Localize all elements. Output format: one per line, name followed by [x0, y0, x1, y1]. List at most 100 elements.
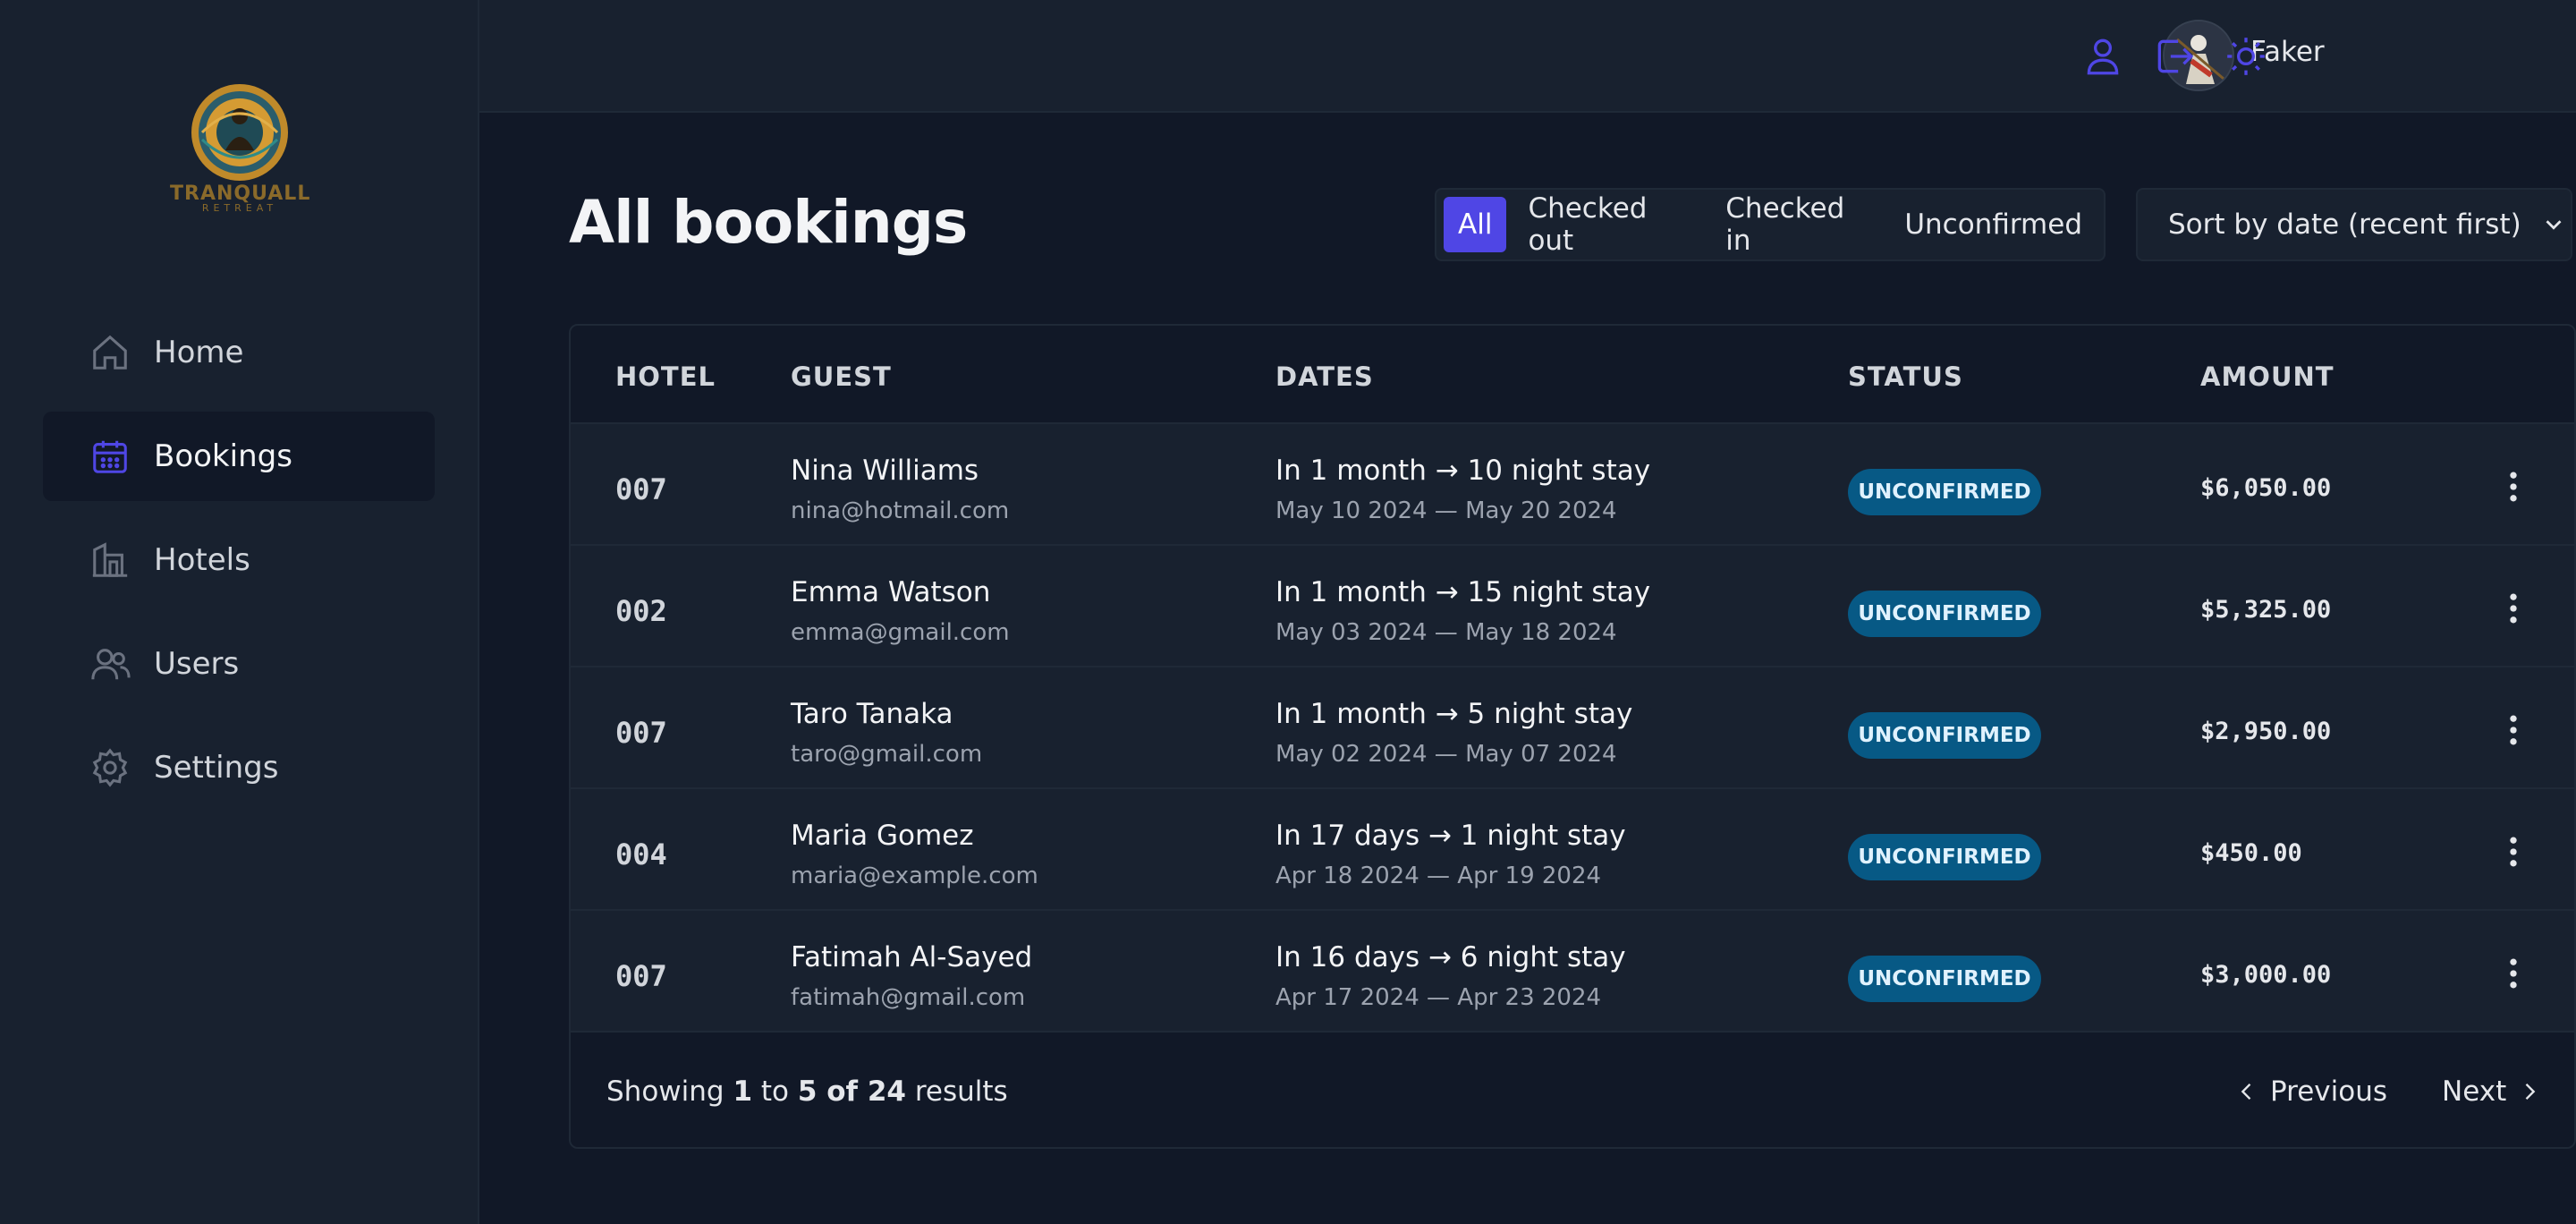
guest-email: emma@gmail.com: [791, 619, 1010, 646]
filter-unconfirmed-button[interactable]: Unconfirmed: [1888, 197, 2098, 252]
column-header-amount: AMOUNT: [2200, 361, 2334, 392]
more-vertical-icon[interactable]: [2494, 589, 2533, 628]
guest-name: Nina Williams: [791, 455, 979, 487]
sidebar-item-label: Settings: [154, 750, 279, 786]
guest-name: Taro Tanaka: [791, 698, 953, 730]
more-vertical-icon[interactable]: [2494, 467, 2533, 506]
stay-range: May 10 2024 — May 20 2024: [1275, 497, 1617, 524]
filter-checked-out-button[interactable]: Checked out: [1512, 192, 1704, 257]
guest-name: Maria Gomez: [791, 820, 974, 852]
status-badge: UNCONFIRMED: [1848, 469, 2041, 515]
column-header-dates: DATES: [1275, 361, 1374, 392]
sidebar-item-label: Bookings: [154, 438, 292, 474]
logout-button[interactable]: [2152, 34, 2197, 79]
more-vertical-icon[interactable]: [2494, 710, 2533, 750]
booking-amount: $450.00: [2200, 839, 2302, 867]
previous-button[interactable]: Previous: [2234, 1075, 2387, 1108]
sidebar: TRANQUALL RETREAT Home Bookings Hotels U…: [0, 0, 479, 1224]
status-badge: UNCONFIRMED: [1848, 834, 2041, 880]
guest-name: Emma Watson: [791, 576, 991, 608]
guest-email: nina@hotmail.com: [791, 497, 1010, 524]
top-header: Faker: [479, 0, 2576, 113]
page-title: All bookings: [569, 188, 968, 257]
calendar-icon: [93, 440, 127, 473]
summary-to-total: 5 of 24: [797, 1075, 906, 1108]
booking-amount: $3,000.00: [2200, 961, 2332, 989]
stay-range: May 03 2024 — May 18 2024: [1275, 619, 1617, 646]
building-icon: [92, 542, 128, 577]
more-vertical-icon[interactable]: [2494, 954, 2533, 993]
hotel-id: 002: [615, 594, 667, 628]
app-root: TRANQUALL RETREAT Home Bookings Hotels U…: [0, 0, 2576, 1224]
logout-icon: [2157, 39, 2194, 73]
main-content: Faker All bookings All Checked out Check…: [479, 0, 2576, 1224]
theme-toggle-button[interactable]: [2224, 34, 2268, 79]
sort-select[interactable]: Sort by date (recent first): [2136, 188, 2572, 261]
bookings-table: HOTEL GUEST DATES STATUS AMOUNT 007 Nina…: [569, 324, 2576, 1149]
hotel-id: 007: [615, 716, 667, 750]
sidebar-item-hotels[interactable]: Hotels: [43, 515, 435, 605]
guest-email: fatimah@gmail.com: [791, 984, 1026, 1011]
stay-summary: In 16 days → 6 night stay: [1275, 941, 1626, 973]
sidebar-item-users[interactable]: Users: [43, 619, 435, 709]
column-header-hotel: HOTEL: [615, 361, 716, 392]
status-badge: UNCONFIRMED: [1848, 956, 2041, 1002]
table-row: 007 Taro Tanaka taro@gmail.com In 1 mont…: [571, 667, 2574, 789]
stay-range: Apr 18 2024 — Apr 19 2024: [1275, 863, 1602, 889]
sidebar-item-label: Users: [154, 646, 240, 682]
pagination-summary: Showing 1 to 5 of 24 results: [606, 1075, 1008, 1108]
stay-summary: In 17 days → 1 night stay: [1275, 820, 1626, 852]
sidebar-item-label: Hotels: [154, 542, 250, 578]
hotel-id: 007: [615, 472, 667, 506]
chevron-down-icon: [2546, 220, 2562, 230]
stay-range: May 02 2024 — May 07 2024: [1275, 741, 1617, 768]
table-row: 002 Emma Watson emma@gmail.com In 1 mont…: [571, 546, 2574, 667]
booking-amount: $5,325.00: [2200, 596, 2332, 624]
guest-email: taro@gmail.com: [791, 741, 983, 768]
status-badge: UNCONFIRMED: [1848, 591, 2041, 637]
table-row: 007 Fatimah Al-Sayed fatimah@gmail.com I…: [571, 911, 2574, 1033]
user-icon: [2087, 38, 2119, 75]
table-row: 007 Nina Williams nina@hotmail.com In 1 …: [571, 424, 2574, 546]
table-footer: Showing 1 to 5 of 24 results Previous Ne…: [571, 1033, 2574, 1147]
filter-all-button[interactable]: All: [1444, 197, 1507, 252]
guest-email: maria@example.com: [791, 863, 1038, 889]
chevron-left-icon: [2241, 1084, 2251, 1100]
stay-summary: In 1 month → 10 night stay: [1275, 455, 1651, 487]
account-button[interactable]: [2080, 34, 2125, 79]
more-vertical-icon[interactable]: [2494, 832, 2533, 871]
summary-suffix: results: [914, 1075, 1008, 1108]
hotel-id: 007: [615, 959, 667, 993]
sidebar-item-bookings[interactable]: Bookings: [43, 412, 435, 501]
table-row: 004 Maria Gomez maria@example.com In 17 …: [571, 789, 2574, 911]
next-button[interactable]: Next: [2442, 1075, 2542, 1108]
hotel-id: 004: [615, 837, 667, 871]
sidebar-item-settings[interactable]: Settings: [43, 723, 435, 812]
guest-name: Fatimah Al-Sayed: [791, 941, 1033, 973]
gear-icon: [92, 748, 128, 787]
table-header: HOTEL GUEST DATES STATUS AMOUNT: [571, 326, 2574, 424]
status-filter: All Checked out Checked in Unconfirmed: [1435, 188, 2106, 261]
users-icon: [91, 649, 131, 680]
summary-from: 1: [733, 1075, 753, 1108]
sidebar-nav: Home Bookings Hotels Users Settings: [43, 308, 435, 827]
sort-select-value: Sort by date (recent first): [2168, 208, 2521, 241]
brand-tagline: RETREAT: [201, 202, 278, 214]
brand-logo: TRANQUALL RETREAT: [170, 77, 309, 220]
summary-to-word: to: [760, 1075, 790, 1108]
column-header-status: STATUS: [1848, 361, 1963, 392]
filter-checked-in-button[interactable]: Checked in: [1709, 192, 1883, 257]
summary-prefix: Showing: [606, 1075, 724, 1108]
booking-amount: $2,950.00: [2200, 718, 2332, 745]
stay-summary: In 1 month → 15 night stay: [1275, 576, 1651, 608]
next-label: Next: [2442, 1075, 2507, 1108]
previous-label: Previous: [2270, 1075, 2388, 1108]
stay-range: Apr 17 2024 — Apr 23 2024: [1275, 984, 1602, 1011]
chevron-right-icon: [2525, 1084, 2536, 1100]
booking-amount: $6,050.00: [2200, 474, 2332, 502]
sun-icon: [2227, 38, 2265, 75]
sidebar-item-label: Home: [154, 335, 244, 370]
sidebar-item-home[interactable]: Home: [43, 308, 435, 397]
stay-summary: In 1 month → 5 night stay: [1275, 698, 1633, 730]
home-icon: [93, 335, 127, 370]
